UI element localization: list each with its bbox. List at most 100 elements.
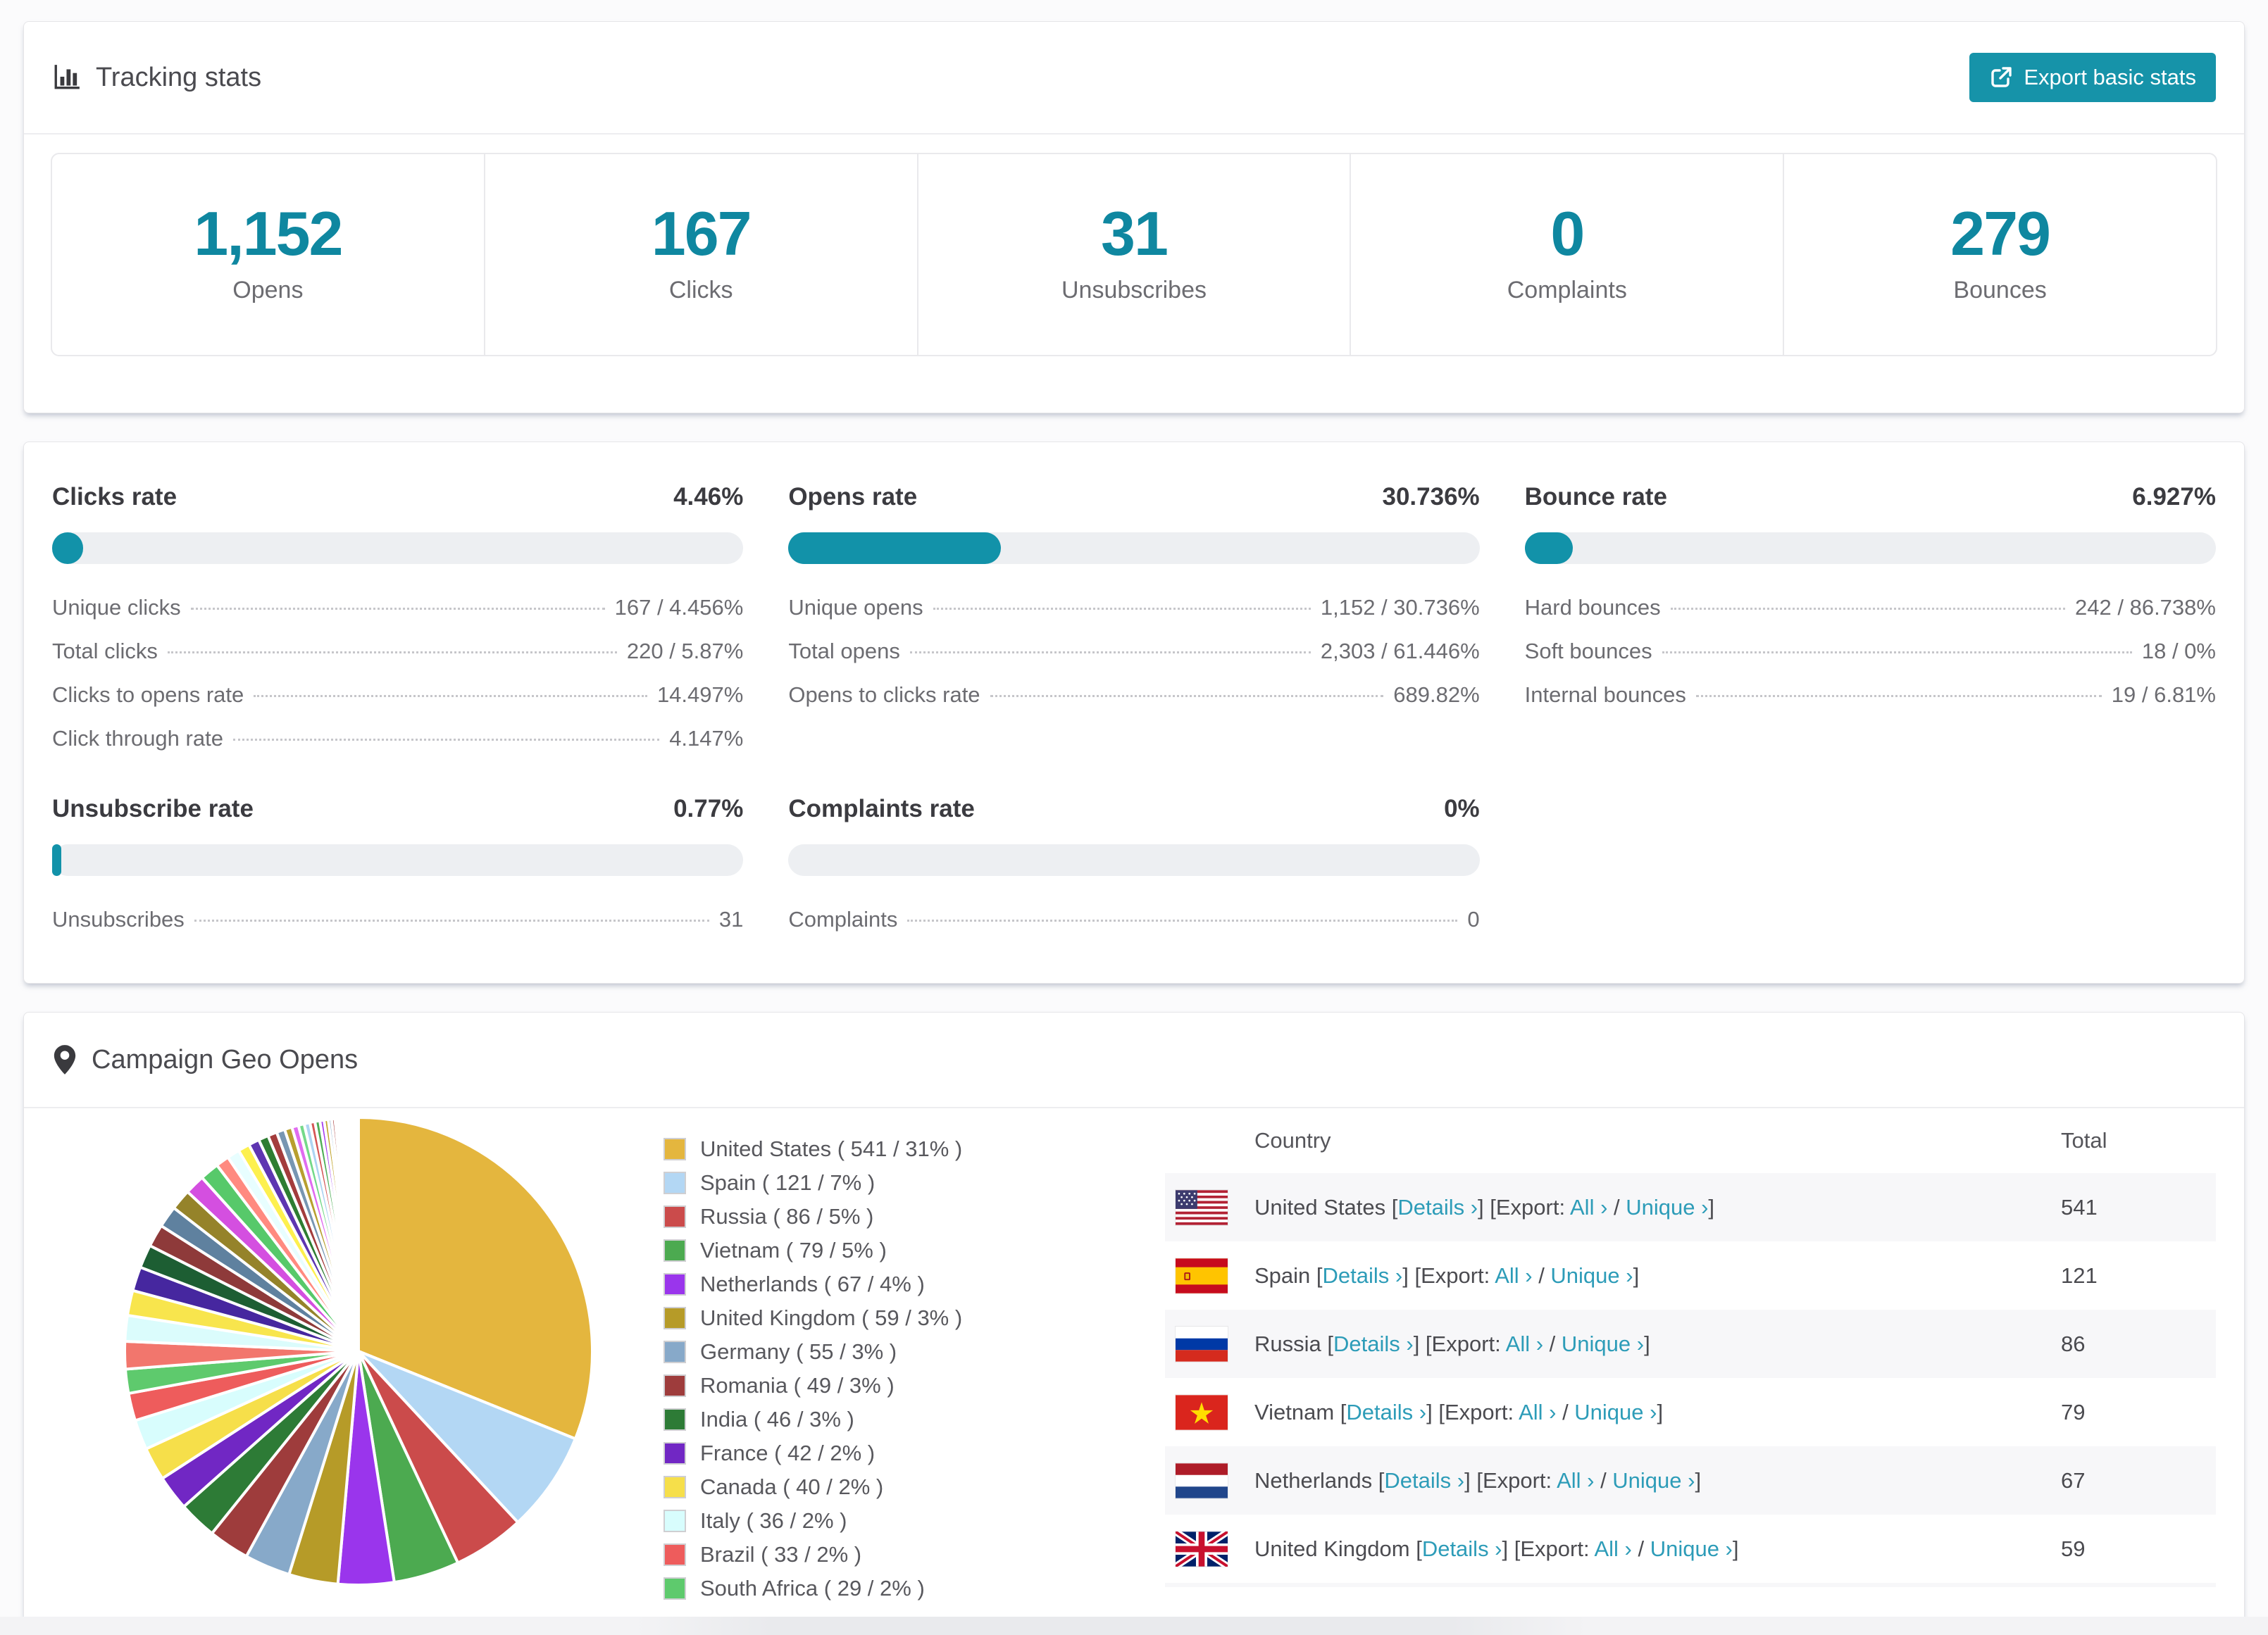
country-column-header: Country [1254,1128,1331,1153]
export-all-link[interactable]: All › [1570,1195,1607,1220]
legend-label: Vietnam ( 79 / 5% ) [700,1238,887,1263]
dotted-leader [907,920,1458,922]
details-link[interactable]: Details › [1384,1468,1464,1493]
rates-card: Clicks rate 4.46% Unique clicks 167 / 4.456… [23,441,2245,984]
stat-value: 279 [1950,199,2051,268]
rate-title: Complaints rate [788,795,975,822]
export-all-link[interactable]: All › [1557,1468,1594,1493]
export-all-link[interactable]: All › [1594,1536,1631,1561]
legend-swatch [663,1442,686,1465]
country-cell: United Kingdom [Details ›] [Export: All … [1254,1536,1739,1561]
legend-swatch [663,1239,686,1262]
country-name: Netherlands [1254,1467,1378,1493]
geo-table-row-de: Germany [Details ›] [Export: All › / Uni… [1165,1583,2216,1587]
stat-value: 31 [1101,199,1169,268]
legend-label: Italy ( 36 / 2% ) [700,1508,847,1533]
stat-value: 0 [1550,199,1585,268]
legend-label: Brazil ( 33 / 2% ) [700,1542,862,1567]
legend-swatch [663,1510,686,1532]
country-cell: Vietnam [Details ›] [Export: All › / Uni… [1254,1399,1664,1424]
export-unique-link[interactable]: Unique › [1626,1195,1708,1220]
country-name: United Kingdom [1254,1536,1416,1561]
geo-content: United States ( 541 / 31% ) Spain ( 121 /… [24,1108,2244,1633]
rates-grid: Clicks rate 4.46% Unique clicks 167 / 4.456… [24,442,2244,983]
rate-detail-row: Internal bounces 19 / 6.81% [1525,682,2216,708]
rate-row-label: Soft bounces [1524,639,1652,663]
legend-item: Netherlands ( 67 / 4% ) [663,1272,1137,1297]
geo-table-row-es: Spain [Details ›] [Export: All › / Uniqu… [1165,1241,2216,1310]
stat-label: Unsubscribes [1061,277,1207,303]
country-name: Vietnam [1254,1399,1340,1424]
stat-value: 1,152 [194,199,343,268]
us-flag-icon [1175,1189,1228,1226]
rate-panel-bounce: Bounce rate 6.927% Hard bounces 242 / 86.73… [1524,483,2216,751]
legend-label: Netherlands ( 67 / 4% ) [700,1272,925,1296]
bar-chart-icon [52,63,82,92]
rate-row-value: 4.147% [669,726,744,751]
legend-label: India ( 46 / 3% ) [700,1407,854,1432]
export-unique-link[interactable]: Unique › [1650,1536,1733,1561]
rate-row-value: 167 / 4.456% [614,595,744,620]
rate-value: 30.736% [1382,483,1480,510]
details-link[interactable]: Details › [1323,1263,1403,1288]
legend-swatch [663,1476,686,1498]
dotted-leader [254,695,647,697]
rate-row-label: Opens to clicks rate [788,682,980,707]
details-link[interactable]: Details › [1422,1536,1502,1561]
dotted-leader [1695,695,2102,697]
tracking-stats-card: Tracking stats Export basic stats 1,152 O… [23,21,2245,413]
rate-row-label: Unique opens [788,595,923,620]
rate-title: Opens rate [788,483,918,510]
export-basic-stats-button[interactable]: Export basic stats [1969,53,2216,102]
legend-item: Vietnam ( 79 / 5% ) [663,1238,1137,1263]
ru-flag-icon [1175,1325,1228,1362]
rate-progress-bar [788,844,1480,876]
legend-label: France ( 42 / 2% ) [700,1441,876,1465]
rate-progress-fill [788,532,1001,564]
rate-row-label: Internal bounces [1524,682,1686,707]
country-name: Russia [1254,1331,1328,1356]
rate-row-label: Total clicks [52,639,158,663]
rate-row-label: Unsubscribes [52,907,185,932]
geo-table-row-gb: United Kingdom [Details ›] [Export: All … [1165,1515,2216,1583]
export-unique-link[interactable]: Unique › [1574,1400,1657,1424]
total-cell: 79 [2061,1399,2086,1424]
rate-value: 0% [1444,795,1480,822]
geo-title: Campaign Geo Opens [92,1044,359,1075]
export-icon [1989,65,2013,89]
legend-label: United Kingdom ( 59 / 3% ) [700,1305,963,1330]
details-link[interactable]: Details › [1346,1400,1426,1424]
legend-label: South Africa ( 29 / 2% ) [700,1576,925,1600]
export-all-link[interactable]: All › [1506,1332,1543,1356]
rate-progress-bar [788,532,1480,564]
legend-item: Brazil ( 33 / 2% ) [663,1542,1137,1567]
rate-detail-row: Unique opens 1,152 / 30.736% [788,595,1479,620]
nl-flag-icon [1175,1462,1228,1499]
rate-row-label: Unique clicks [52,595,181,620]
legend-swatch [663,1172,686,1194]
rate-panel-opens: Opens rate 30.736% Unique opens 1,152 / 30.… [788,483,1480,751]
details-link[interactable]: Details › [1333,1332,1414,1356]
rate-row-value: 1,152 / 30.736% [1320,595,1480,620]
legend-item: Russia ( 86 / 5% ) [663,1204,1137,1229]
country-cell: Spain [Details ›] [Export: All › / Uniqu… [1254,1263,1640,1288]
total-cell: 59 [2061,1536,2086,1561]
details-link[interactable]: Details › [1397,1195,1478,1220]
export-all-link[interactable]: All › [1495,1263,1532,1288]
legend-swatch [663,1341,686,1363]
total-column-header: Total [2061,1128,2107,1153]
summary-stats-row: 1,152 Opens 167 Clicks 31 Unsubscribes 0 Compla… [51,153,2217,356]
country-cell: United States [Details ›] [Export: All ›… [1254,1194,1715,1220]
legend-swatch [663,1577,686,1600]
campaign-geo-opens-card: Campaign Geo Opens United States ( 541 /… [23,1012,2245,1634]
export-unique-link[interactable]: Unique › [1612,1468,1695,1493]
geo-table-row-ru: Russia [Details ›] [Export: All › / Uniq… [1165,1310,2216,1378]
export-unique-link[interactable]: Unique › [1550,1263,1633,1288]
dotted-leader [990,695,1384,697]
export-all-link[interactable]: All › [1519,1400,1556,1424]
legend-item: Spain ( 121 / 7% ) [663,1170,1137,1196]
legend-swatch [663,1408,686,1431]
export-unique-link[interactable]: Unique › [1562,1332,1644,1356]
rate-row-value: 0 [1467,907,1480,932]
tracking-stats-header: Tracking stats Export basic stats [24,22,2244,134]
